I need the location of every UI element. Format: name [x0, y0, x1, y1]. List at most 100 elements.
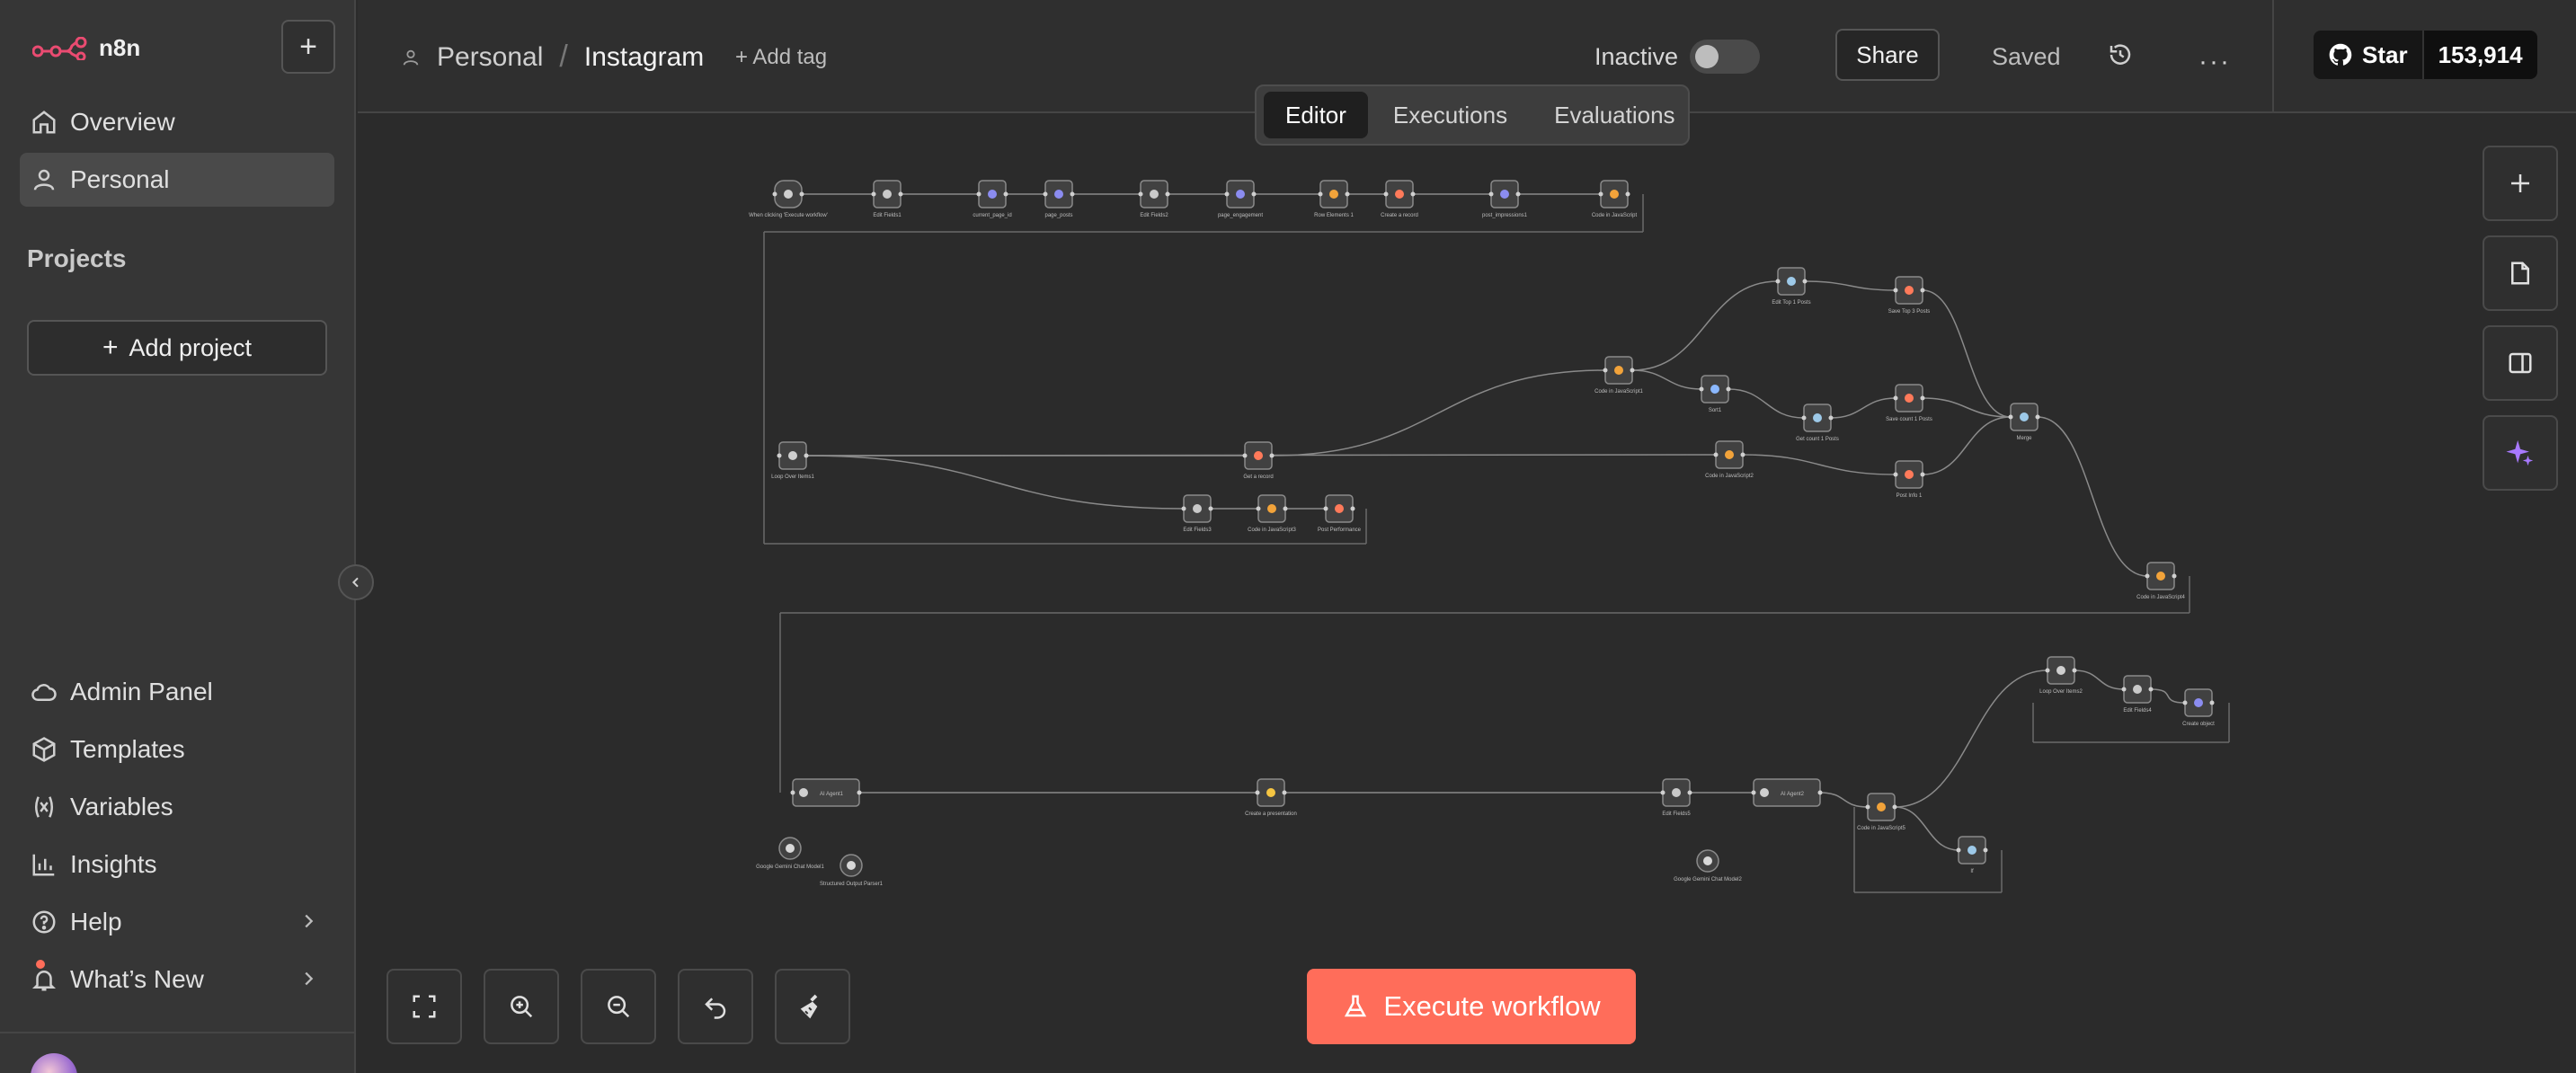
node-handle[interactable]	[790, 790, 795, 795]
node-handle[interactable]	[1323, 506, 1328, 511]
node-handle[interactable]	[898, 191, 903, 197]
workflow-node[interactable]: Get count 1 Posts	[1796, 403, 1839, 442]
tab-executions[interactable]: Executions	[1372, 92, 1529, 138]
node-handle[interactable]	[1740, 452, 1745, 457]
connection-edge[interactable]	[1728, 388, 1805, 419]
node-handle[interactable]	[1251, 191, 1257, 197]
workflow-node[interactable]: Code in JavaScript1	[1594, 356, 1644, 395]
create-new-button[interactable]: +	[281, 20, 335, 74]
execute-workflow-button[interactable]: Execute workflow	[1307, 969, 1636, 1044]
workflow-node[interactable]: Code in JavaScript4	[2136, 562, 2186, 600]
node-handle[interactable]	[1282, 790, 1287, 795]
connection-edge[interactable]	[1742, 454, 1896, 475]
node-handle[interactable]	[871, 191, 876, 197]
workflow-node[interactable]: Create a presentation	[1245, 778, 1297, 817]
workflow-node[interactable]: Row Elements 1	[1314, 180, 1355, 218]
zoom-out-button[interactable]	[581, 969, 656, 1044]
node-handle[interactable]	[1828, 415, 1834, 421]
node-handle[interactable]	[1920, 288, 1925, 293]
workflow-node[interactable]: Merge	[2008, 403, 2040, 441]
workflow-node[interactable]: When clicking 'Execute workflow'	[749, 180, 828, 218]
node-handle[interactable]	[1892, 804, 1897, 810]
node-handle[interactable]	[1070, 191, 1075, 197]
node-handle[interactable]	[1983, 847, 1988, 853]
node-handle[interactable]	[772, 191, 777, 197]
workflow-node[interactable]: Edit Fields3	[1181, 494, 1213, 533]
workflow-node[interactable]: Code in JavaScript2	[1705, 440, 1754, 479]
workflow-node[interactable]: AI Agent2	[1751, 778, 1823, 807]
brand[interactable]: n8n	[32, 34, 140, 62]
connection-edge[interactable]	[1830, 397, 1896, 419]
node-handle[interactable]	[1751, 790, 1756, 795]
sidebar-item-variables[interactable]: Variables	[20, 780, 334, 834]
tab-evaluations[interactable]: Evaluations	[1532, 92, 1696, 138]
add-tag-button[interactable]: + Add tag	[735, 45, 827, 70]
workflow-node[interactable]: page_posts	[1043, 180, 1075, 218]
node-handle[interactable]	[1318, 191, 1323, 197]
workflow-node[interactable]: Create object	[2182, 688, 2215, 727]
workflow-node[interactable]: Edit Fields2	[1138, 180, 1170, 218]
connection-edge[interactable]	[1631, 280, 1779, 371]
workflow-node[interactable]: Sort1	[1699, 375, 1731, 413]
add-project-button[interactable]: + Add project	[27, 320, 327, 376]
workflow-canvas[interactable]: When clicking 'Execute workflow' Edit Fie…	[358, 115, 2576, 1073]
node-handle[interactable]	[1893, 288, 1898, 293]
workflow-node[interactable]: Google Gemini Chat Model1	[756, 837, 825, 870]
sidebar-item-whats-new[interactable]: What’s New	[20, 953, 334, 1006]
node-handle[interactable]	[1003, 191, 1008, 197]
workflow-node[interactable]: page_engagement	[1218, 180, 1263, 218]
sidebar-item-admin-panel[interactable]: Admin Panel	[20, 665, 334, 719]
sidebar-item-personal[interactable]: Personal	[20, 153, 334, 207]
node-handle[interactable]	[2148, 687, 2154, 692]
workflow-node[interactable]: Code in JavaScript5	[1857, 793, 1906, 831]
node-handle[interactable]	[2121, 687, 2127, 692]
connection-edge[interactable]	[1271, 369, 1606, 457]
node-handle[interactable]	[1920, 395, 1925, 401]
node-handle[interactable]	[1138, 191, 1143, 197]
connection-edge[interactable]	[1922, 416, 2012, 475]
node-handle[interactable]	[1802, 279, 1808, 284]
workflow-name[interactable]: Instagram	[584, 42, 704, 73]
reset-zoom-button[interactable]	[678, 969, 753, 1044]
node-handle[interactable]	[1630, 368, 1635, 373]
node-handle[interactable]	[1181, 506, 1186, 511]
node-handle[interactable]	[1515, 191, 1521, 197]
node-handle[interactable]	[1893, 472, 1898, 477]
workflow-node[interactable]: Edit Top 1 Posts	[1772, 267, 1811, 306]
sidebar-item-overview[interactable]: Overview	[20, 95, 334, 149]
node-handle[interactable]	[1775, 279, 1781, 284]
node-handle[interactable]	[1224, 191, 1230, 197]
activate-toggle[interactable]	[1690, 40, 1760, 74]
node-handle[interactable]	[1255, 790, 1260, 795]
connection-edge[interactable]	[2150, 688, 2186, 704]
zoom-to-fit-button[interactable]	[386, 969, 462, 1044]
workflow-node[interactable]: post_impressions1	[1482, 180, 1528, 218]
history-icon[interactable]	[2107, 41, 2134, 68]
node-handle[interactable]	[1043, 191, 1048, 197]
node-handle[interactable]	[976, 191, 982, 197]
node-handle[interactable]	[1726, 386, 1731, 392]
workflow-graph[interactable]: When clicking 'Execute workflow' Edit Fie…	[358, 115, 2576, 1073]
node-handle[interactable]	[1283, 506, 1288, 511]
node-handle[interactable]	[1660, 790, 1666, 795]
node-handle[interactable]	[777, 453, 782, 458]
connection-edge[interactable]	[1819, 792, 1869, 808]
workflow-node[interactable]: Loop Over Items1	[771, 441, 815, 480]
workflow-node[interactable]: Code in JavaScript	[1592, 180, 1638, 218]
node-handle[interactable]	[857, 790, 862, 795]
node-handle[interactable]	[1208, 506, 1213, 511]
workflow-node[interactable]: Edit Fields5	[1660, 778, 1692, 817]
workflow-node[interactable]: Save Top 3 Posts	[1888, 276, 1931, 315]
workflow-node[interactable]: Save count 1 Posts	[1886, 384, 1932, 422]
node-handle[interactable]	[2172, 573, 2177, 579]
connection-edge[interactable]	[1922, 397, 2012, 418]
workflow-node[interactable]: Get a record	[1242, 441, 1275, 480]
connection-edge[interactable]	[1922, 289, 2012, 418]
sidebar-item-insights[interactable]: Insights	[20, 838, 334, 891]
workflow-node[interactable]: Structured Output Parser1	[820, 854, 884, 887]
node-handle[interactable]	[2045, 668, 2050, 673]
workflow-node[interactable]: Edit Fields1	[871, 180, 903, 218]
node-handle[interactable]	[1269, 453, 1275, 458]
node-handle[interactable]	[1865, 804, 1870, 810]
node-handle[interactable]	[1699, 386, 1704, 392]
